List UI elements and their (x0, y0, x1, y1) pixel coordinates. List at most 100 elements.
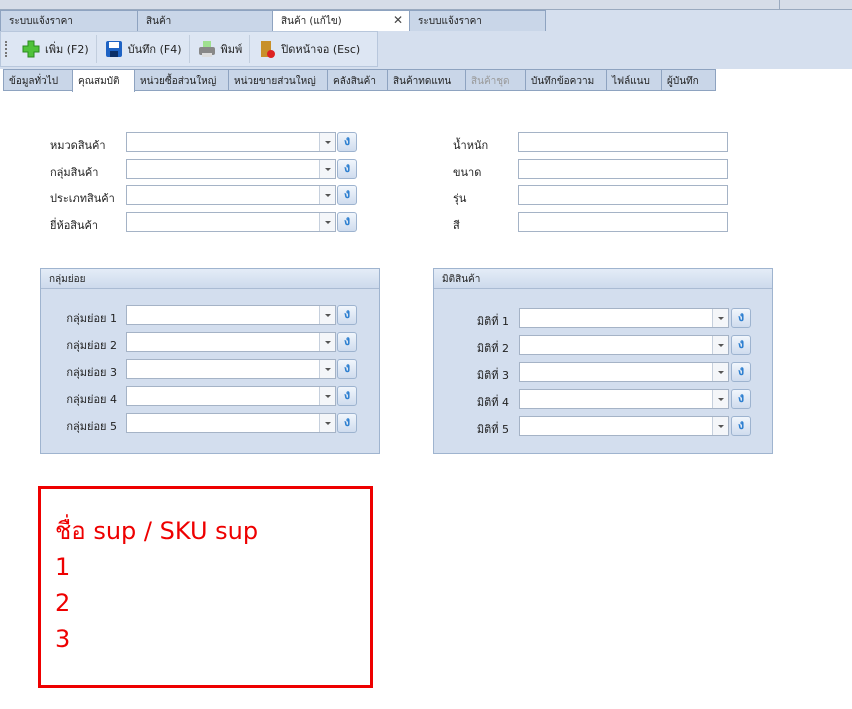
chevron-down-icon[interactable] (319, 213, 335, 231)
tab-substitute[interactable]: สินค้าทดแทน (387, 69, 466, 91)
subgroup-label: กลุ่มย่อย 1 (66, 312, 117, 325)
tab-label: คุณสมบัติ (78, 76, 120, 87)
doc-tab-price-notice-2[interactable]: ระบบแจ้งราคา (409, 10, 546, 31)
tab-label: หน่วยซื้อส่วนใหญ่ (140, 76, 217, 87)
close-screen-label: ปิดหน้าจอ (Esc) (281, 43, 361, 56)
tab-attachments[interactable]: ไฟล์แนบ (606, 69, 662, 91)
doc-tab-product[interactable]: สินค้า (137, 10, 273, 31)
refresh-icon[interactable]: ง (337, 386, 357, 406)
tab-label: ระบบแจ้งราคา (418, 16, 482, 27)
print-label: พิมพ์ (220, 43, 243, 56)
chevron-down-icon[interactable] (319, 387, 335, 405)
refresh-icon[interactable]: ง (731, 389, 751, 409)
tab-warehouse[interactable]: คลังสินค้า (327, 69, 388, 91)
chevron-down-icon[interactable] (319, 186, 335, 204)
weight-label: น้ำหนัก (453, 139, 489, 152)
subgroup-label: กลุ่มย่อย 4 (66, 393, 117, 406)
chevron-down-icon[interactable] (712, 336, 728, 354)
refresh-icon[interactable]: ง (731, 416, 751, 436)
toolbar: เพิ่ม (F2) บันทึก (F4) พิมพ์ ปิดหน้าจอ (… (0, 31, 378, 67)
save-icon (105, 41, 122, 57)
subgroup-combo[interactable] (126, 332, 336, 352)
refresh-icon[interactable]: ง (337, 413, 357, 433)
chevron-down-icon[interactable] (319, 133, 335, 151)
refresh-icon[interactable]: ง (337, 212, 357, 232)
tab-recorder[interactable]: ผู้บันทึก (661, 69, 716, 91)
section-tabs: ข้อมูลทั่วไป คุณสมบัติ หน่วยซื้อส่วนใหญ่… (0, 69, 852, 92)
dimension-combo[interactable] (519, 389, 729, 409)
dimension-label: มิติที่ 2 (476, 342, 509, 355)
add-button[interactable]: เพิ่ม (F2) (14, 35, 97, 63)
window-top-strip (0, 0, 852, 10)
annotation-line: 3 (55, 625, 71, 653)
tab-label: สินค้า (146, 16, 172, 27)
category-label: หมวดสินค้า (50, 139, 106, 152)
size-input[interactable] (518, 159, 728, 179)
brand-combo[interactable] (126, 212, 336, 232)
subgroup-label: กลุ่มย่อย 3 (66, 366, 117, 379)
print-button[interactable]: พิมพ์ (190, 35, 251, 63)
tab-general[interactable]: ข้อมูลทั่วไป (3, 69, 73, 91)
tab-label: สินค้าทดแทน (393, 76, 452, 87)
toolbar-grip[interactable] (5, 41, 8, 57)
refresh-icon[interactable]: ง (731, 308, 751, 328)
dimension-combo[interactable] (519, 335, 729, 355)
chevron-down-icon[interactable] (712, 390, 728, 408)
refresh-icon[interactable]: ง (337, 359, 357, 379)
tab-label: บันทึกข้อความ (531, 76, 595, 87)
refresh-icon[interactable]: ง (337, 332, 357, 352)
tab-bundle[interactable]: สินค้าชุด (465, 69, 526, 91)
tab-label: ระบบแจ้งราคา (9, 16, 73, 27)
type-combo[interactable] (126, 185, 336, 205)
annotation-box: ชื่อ sup / SKU sup 1 2 3 (38, 486, 373, 688)
chevron-down-icon[interactable] (319, 360, 335, 378)
tab-label: คลังสินค้า (333, 76, 376, 87)
save-button[interactable]: บันทึก (F4) (97, 35, 190, 63)
refresh-icon[interactable]: ง (337, 305, 357, 325)
tab-label: ข้อมูลทั่วไป (9, 76, 59, 87)
tab-sales-unit[interactable]: หน่วยขายส่วนใหญ่ (228, 69, 328, 91)
refresh-icon[interactable]: ง (731, 362, 751, 382)
doc-tab-product-edit[interactable]: สินค้า (แก้ไข) ✕ (272, 10, 410, 32)
chevron-down-icon[interactable] (319, 160, 335, 178)
subgroup-combo[interactable] (126, 359, 336, 379)
tab-purchase-unit[interactable]: หน่วยซื้อส่วนใหญ่ (134, 69, 229, 91)
weight-input[interactable] (518, 132, 728, 152)
close-tab-icon[interactable]: ✕ (393, 13, 403, 27)
exit-door-icon (261, 41, 276, 58)
subgroup-combo[interactable] (126, 386, 336, 406)
close-screen-button[interactable]: ปิดหน้าจอ (Esc) (250, 35, 367, 63)
chevron-down-icon[interactable] (712, 417, 728, 435)
chevron-down-icon[interactable] (319, 333, 335, 351)
color-input[interactable] (518, 212, 728, 232)
subgroup-combo[interactable] (126, 413, 336, 433)
chevron-down-icon[interactable] (712, 363, 728, 381)
dimension-label: มิติที่ 1 (476, 315, 509, 328)
tab-label: สินค้าชุด (471, 76, 510, 87)
annotation-line: ชื่อ sup / SKU sup (55, 517, 259, 545)
doc-tab-price-notice[interactable]: ระบบแจ้งราคา (0, 10, 138, 31)
group-combo[interactable] (126, 159, 336, 179)
chevron-down-icon[interactable] (319, 306, 335, 324)
tab-label: ผู้บันทึก (667, 76, 699, 87)
refresh-icon[interactable]: ง (337, 185, 357, 205)
subgroup-combo[interactable] (126, 305, 336, 325)
refresh-icon[interactable]: ง (337, 159, 357, 179)
printer-icon (198, 41, 215, 57)
chevron-down-icon[interactable] (712, 309, 728, 327)
model-input[interactable] (518, 185, 728, 205)
size-label: ขนาด (453, 166, 482, 179)
subgroup-label: กลุ่มย่อย 2 (66, 339, 117, 352)
dimension-combo[interactable] (519, 362, 729, 382)
category-combo[interactable] (126, 132, 336, 152)
tab-notes[interactable]: บันทึกข้อความ (525, 69, 607, 91)
tab-properties[interactable]: คุณสมบัติ (72, 69, 135, 92)
chevron-down-icon[interactable] (319, 414, 335, 432)
dimension-combo[interactable] (519, 416, 729, 436)
dimension-label: มิติที่ 5 (476, 423, 509, 436)
refresh-icon[interactable]: ง (337, 132, 357, 152)
refresh-icon[interactable]: ง (731, 335, 751, 355)
plus-icon (22, 40, 40, 58)
dimension-combo[interactable] (519, 308, 729, 328)
type-label: ประเภทสินค้า (50, 192, 115, 205)
